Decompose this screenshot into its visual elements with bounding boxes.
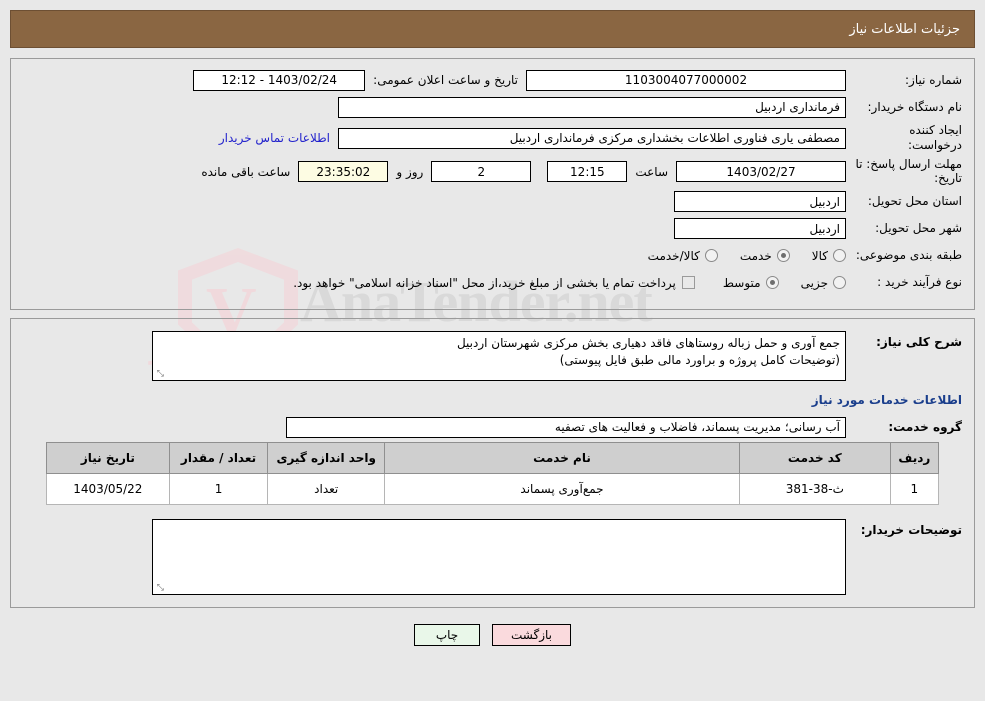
services-table-wrap: ردیف کد خدمت نام خدمت واحد اندازه گیری ت… [23,441,962,505]
service-group-row: گروه خدمت: آب رسانی؛ مدیریت پسماند، فاضل… [23,416,962,438]
deadline-time-field: 12:15 [547,161,628,183]
province-field: اردبیل [674,191,846,213]
category-option-label: خدمت [739,248,772,263]
radio-icon[interactable] [833,249,846,263]
cell-radif: 1 [889,472,940,505]
buyer-org-label: نام دستگاه خریدار: [867,99,963,114]
announce-label: تاریخ و ساعت اعلان عمومی: [373,73,518,87]
purchase-option-label: جزیی [800,275,828,290]
purchase-option-jozii[interactable]: جزیی [801,276,846,290]
treasury-bond-checkbox-wrap[interactable]: پرداخت تمام یا بخشی از مبلغ خرید،از محل … [293,276,695,290]
city-row: شهر محل تحویل: اردبیل [23,218,962,240]
category-label: طبقه بندی موضوعی: [855,248,962,263]
services-section-heading: اطلاعات خدمات مورد نیاز [811,392,962,407]
column-header-radif: ردیف [889,441,940,474]
buyer-contact-link[interactable]: اطلاعات تماس خریدار [211,131,338,145]
services-table: ردیف کد خدمت نام خدمت واحد اندازه گیری ت… [46,441,940,505]
remaining-days-field: 2 [431,161,532,183]
creator-field: مصطفی یاری فناوری اطلاعات بخشداری مرکزی … [338,127,846,149]
print-button[interactable]: چاپ [414,623,480,646]
back-button[interactable]: بازگشت [492,623,571,646]
category-option-khedmat[interactable]: خدمت [740,249,790,263]
column-header-unit: واحد اندازه گیری [267,441,386,474]
category-option-kala[interactable]: کالا [812,249,846,263]
column-header-date: تاریخ نیاز [46,441,170,474]
category-option-label: کالا [811,248,828,263]
cell-name: جمع‌آوری پسماند [384,472,740,505]
deadline-label: مهلت ارسال پاسخ: تا تاریخ: [855,157,962,185]
province-row: استان محل تحویل: اردبیل [23,191,962,213]
need-number-field: 1103004077000002 [526,69,846,91]
table-row: 1 ث-38-381 جمع‌آوری پسماند تعداد 1 1403/… [46,472,940,505]
category-row: طبقه بندی موضوعی: کالا خدمت کالا/خدمت [23,245,962,267]
remaining-days-label: روز و [396,164,424,179]
radio-icon[interactable] [704,249,718,263]
resize-handle-icon[interactable] [155,584,164,593]
column-header-qty: تعداد / مقدار [168,441,269,474]
buyer-org-field: فرمانداری اردبیل [338,96,846,118]
province-label: استان محل تحویل: [867,194,962,209]
service-group-field: آب رسانی؛ مدیریت پسماند، فاضلاب و فعالیت… [286,416,846,438]
deadline-time-label: ساعت [635,164,668,179]
purchase-type-row: نوع فرآیند خرید : جزیی متوسط پرداخت تمام… [23,272,962,294]
service-group-label: گروه خدمت: [888,420,962,435]
city-field: اردبیل [674,218,846,240]
radio-icon[interactable] [776,249,790,263]
column-header-code: کد خدمت [738,441,891,474]
need-number-label: شماره نیاز: [905,72,962,87]
category-option-kala-khedmat[interactable]: کالا/خدمت [648,249,718,263]
table-header-row: ردیف کد خدمت نام خدمت واحد اندازه گیری ت… [46,441,940,474]
countdown-clock-field: 23:35:02 [298,161,389,183]
purchase-option-label: متوسط [722,275,761,290]
deadline-date-field: 1403/02/27 [676,161,846,183]
radio-icon[interactable] [833,276,846,290]
column-header-name: نام خدمت [384,441,740,474]
category-option-label: کالا/خدمت [647,248,700,263]
buyer-org-row: نام دستگاه خریدار: فرمانداری اردبیل [23,96,962,118]
creator-label: ایجاد کننده درخواست: [908,123,962,152]
services-panel: شرح کلی نیاز: جمع آوری و حمل زباله روستا… [10,317,975,608]
purchase-type-label: نوع فرآیند خرید : [877,275,962,290]
city-label: شهر محل تحویل: [875,221,962,236]
general-description-label: شرح کلی نیاز: [876,334,962,349]
category-radio-group: کالا خدمت کالا/خدمت [626,249,846,263]
purchase-option-motevasset[interactable]: متوسط [723,276,779,290]
cell-date: 1403/05/22 [46,472,170,505]
general-description-textarea[interactable]: جمع آوری و حمل زباله روستاهای فاقد دهیار… [152,330,846,381]
general-description-row: شرح کلی نیاز: جمع آوری و حمل زباله روستا… [23,330,962,381]
action-button-bar: بازگشت چاپ [0,623,985,646]
cell-qty: 1 [168,472,269,505]
purchase-type-radio-group: جزیی متوسط [701,276,846,290]
creator-row: ایجاد کننده درخواست: مصطفی یاری فناوری ا… [23,123,962,153]
cell-unit: تعداد [267,472,386,505]
treasury-bond-label: پرداخت تمام یا بخشی از مبلغ خرید،از محل … [293,275,676,290]
buyer-notes-row: توضیحات خریدار: [23,518,962,595]
remaining-hours-label: ساعت باقی مانده [201,164,291,179]
cell-code: ث-38-381 [738,472,891,505]
deadline-row: مهلت ارسال پاسخ: تا تاریخ: 1403/02/27 سا… [23,157,962,186]
checkbox-icon[interactable] [681,276,695,290]
radio-icon[interactable] [765,276,779,290]
need-number-row: شماره نیاز: 1103004077000002 تاریخ و ساع… [23,69,962,91]
resize-handle-icon[interactable] [155,370,164,379]
announce-date-field: 1403/02/24 - 12:12 [193,69,366,91]
page-title-bar: جزئیات اطلاعات نیاز [10,10,975,48]
need-info-panel: شماره نیاز: 1103004077000002 تاریخ و ساع… [10,58,975,310]
buyer-notes-label: توضیحات خریدار: [860,522,962,537]
buyer-notes-textarea[interactable] [152,518,846,595]
page-title: جزئیات اطلاعات نیاز [849,21,960,37]
